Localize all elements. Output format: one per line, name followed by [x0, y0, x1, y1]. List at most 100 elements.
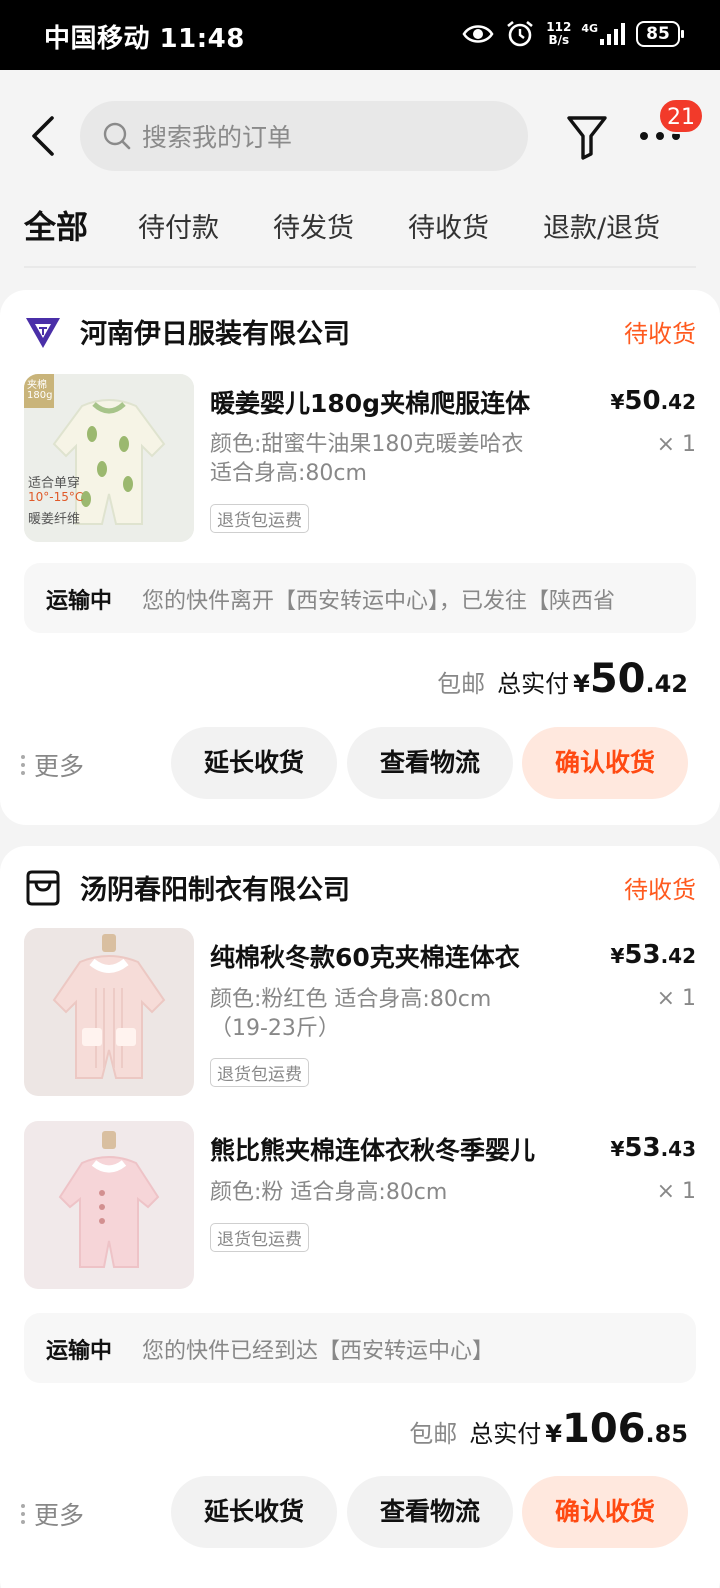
view-logistics-button[interactable]: 查看物流 [347, 727, 513, 799]
romper-illustration [24, 1121, 194, 1289]
price-currency: ¥ [610, 1137, 625, 1161]
more-actions-label: 更多 [34, 752, 85, 781]
order-card[interactable]: 汤阴春阳制衣有限公司 待收货 纯棉秋冬款60克夹棉连体衣 颜色:粉红色 适合身高… [0, 846, 720, 1588]
header: 搜索我的订单 21 全部 待付款 待发货 待收货 退款/退货 [0, 70, 720, 270]
price-decimal: .42 [660, 390, 696, 414]
price-currency: ¥ [610, 944, 625, 968]
logistics-detail: 您的快件离开【西安转运中心】，已发往【陕西省 [142, 589, 616, 614]
order-status: 待收货 [624, 320, 696, 348]
product-title[interactable]: 纯棉秋冬款60克夹棉连体衣 [210, 938, 570, 974]
more-actions-button[interactable]: 更多 [20, 1496, 84, 1532]
thumb-label-3: 暖姜纤维 [28, 512, 81, 527]
product-price: ¥53.43 [610, 1133, 696, 1163]
status-bar: 中国移动 11:48 112 B/s 4G 85 [0, 0, 720, 70]
shop-name[interactable]: 汤阴春阳制衣有限公司 [80, 868, 350, 907]
total-decimal: .42 [645, 670, 688, 698]
total-integer: 50 [589, 656, 646, 702]
store-icon [26, 870, 60, 906]
tab-pending-payment[interactable]: 待付款 [138, 206, 219, 245]
tab-pending-shipment[interactable]: 待发货 [273, 206, 354, 245]
product-title[interactable]: 熊比熊夹棉连体衣秋冬季婴儿 [210, 1131, 570, 1167]
product-price: ¥50.42 [610, 386, 696, 416]
carrier-time: 中国移动 11:48 [44, 24, 245, 54]
product-spec: 颜色:甜蜜牛油果180克暖姜哈衣 [210, 432, 524, 457]
product-title[interactable]: 暖姜婴儿180g夹棉爬服连体 [210, 384, 570, 420]
net-speed: 112 B/s [546, 21, 571, 47]
order-actions: 更多 延长收货 查看物流 确认收货 [0, 727, 720, 799]
thumb-label-top2: 180g [27, 390, 53, 401]
romper-illustration [24, 928, 194, 1096]
price-currency: ¥ [610, 390, 625, 414]
order-tabs: 全部 待付款 待发货 待收货 退款/退货 [0, 200, 720, 256]
total-currency: ¥ [545, 1420, 562, 1448]
more-actions-label: 更多 [34, 1501, 85, 1530]
total-decimal: .85 [645, 1420, 688, 1448]
logistics-summary[interactable]: 运输中 您的快件已经到达【西安转运中心】 [24, 1313, 696, 1383]
tab-refund-return[interactable]: 退款/退货 [543, 206, 660, 245]
thumb-label-top: 夹棉 [27, 380, 47, 391]
product-price: ¥53.42 [610, 940, 696, 970]
price-integer: 53 [624, 940, 661, 970]
eye-icon [462, 25, 494, 43]
thumb-label-1: 适合单穿 [28, 476, 81, 491]
order-item[interactable]: 纯棉秋冬款60克夹棉连体衣 颜色:粉红色 适合身高:80cm （19-23斤） … [24, 928, 696, 1100]
order-actions: 更多 延长收货 查看物流 确认收货 [0, 1476, 720, 1548]
confirm-receipt-button[interactable]: 确认收货 [522, 727, 688, 799]
order-item[interactable]: 夹棉 180g 适合单穿 10°-15°C 暖姜纤维 暖姜婴儿180g夹棉爬服连… [24, 374, 696, 546]
shop-header[interactable]: 河南伊日服装有限公司 待收货 [24, 312, 696, 352]
return-shipping-tag: 退货包运费 [210, 1223, 309, 1252]
price-decimal: .42 [660, 944, 696, 968]
tabs-divider [24, 266, 696, 268]
alarm-icon [507, 20, 534, 47]
product-quantity: × 1 [656, 1179, 696, 1204]
return-shipping-tag: 退货包运费 [210, 1058, 309, 1087]
order-card[interactable]: 河南伊日服装有限公司 待收货 夹棉 180g 适合单穿 10°-15°C 暖姜纤… [0, 290, 720, 825]
price-decimal: .43 [660, 1137, 696, 1161]
product-image[interactable] [24, 1121, 194, 1289]
tab-all[interactable]: 全部 [24, 202, 88, 248]
extend-receipt-button[interactable]: 延长收货 [171, 727, 337, 799]
order-status: 待收货 [624, 876, 696, 904]
extend-receipt-button[interactable]: 延长收货 [171, 1476, 337, 1548]
search-placeholder: 搜索我的订单 [142, 123, 293, 152]
vertical-dots-icon [21, 1504, 25, 1524]
total-paid-label: 总实付 [469, 1420, 542, 1448]
filter-icon[interactable] [566, 114, 608, 160]
product-spec-2: （19-23斤） [210, 1016, 340, 1041]
product-spec: 颜色:粉 适合身高:80cm [210, 1180, 448, 1205]
search-icon [103, 122, 131, 150]
free-shipping-label: 包邮 [437, 670, 486, 698]
shop-logo-icon [26, 318, 60, 348]
net-speed-unit: B/s [548, 33, 570, 47]
shop-header[interactable]: 汤阴春阳制衣有限公司 待收货 [24, 868, 696, 908]
back-icon[interactable] [26, 114, 60, 158]
order-total: 包邮 总实付 ¥ 106 .85 [409, 1406, 688, 1454]
logistics-status: 运输中 [46, 1339, 113, 1364]
net-type: 4G [581, 23, 626, 45]
total-integer: 106 [561, 1406, 646, 1452]
notification-badge: 21 [658, 98, 704, 134]
net-type-label: 4G [581, 22, 598, 35]
product-image[interactable]: 夹棉 180g 适合单穿 10°-15°C 暖姜纤维 [24, 374, 194, 542]
product-quantity: × 1 [656, 432, 696, 457]
view-logistics-button[interactable]: 查看物流 [347, 1476, 513, 1548]
product-spec: 颜色:粉红色 适合身高:80cm [210, 987, 492, 1012]
battery-indicator: 85 [636, 21, 684, 47]
product-image[interactable] [24, 928, 194, 1096]
logistics-summary[interactable]: 运输中 您的快件离开【西安转运中心】，已发往【陕西省 [24, 563, 696, 633]
vertical-dots-icon [21, 755, 25, 775]
shop-name[interactable]: 河南伊日服装有限公司 [80, 312, 350, 351]
product-quantity: × 1 [656, 986, 696, 1011]
status-icons: 112 B/s 4G 85 [462, 18, 684, 50]
search-input[interactable]: 搜索我的订单 [80, 101, 528, 171]
more-actions-button[interactable]: 更多 [20, 747, 84, 783]
order-total: 包邮 总实付 ¥ 50 .42 [437, 656, 688, 704]
signal-icon [600, 23, 625, 45]
confirm-receipt-button[interactable]: 确认收货 [522, 1476, 688, 1548]
return-shipping-tag: 退货包运费 [210, 504, 309, 533]
price-integer: 53 [624, 1133, 661, 1163]
tab-pending-receipt[interactable]: 待收货 [408, 206, 489, 245]
total-paid-label: 总实付 [497, 670, 570, 698]
order-item[interactable]: 熊比熊夹棉连体衣秋冬季婴儿 颜色:粉 适合身高:80cm 退货包运费 ¥53.4… [24, 1121, 696, 1293]
logistics-detail: 您的快件已经到达【西安转运中心】 [142, 1339, 495, 1364]
